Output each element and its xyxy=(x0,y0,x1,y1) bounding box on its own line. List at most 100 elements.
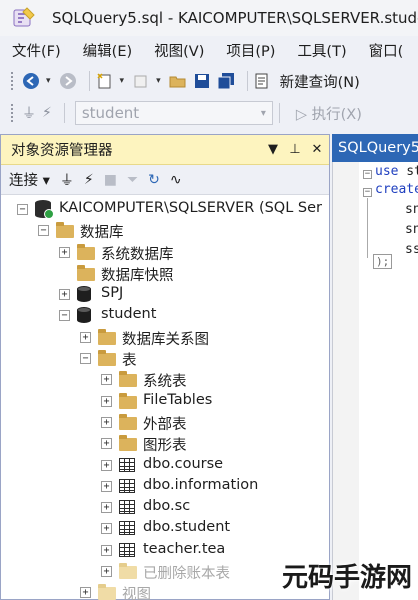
tree-node-label: 已删除账本表 xyxy=(143,566,230,583)
tree-node[interactable]: + 图形表 xyxy=(1,433,329,454)
expand-icon[interactable]: + xyxy=(101,566,112,578)
object-tree: − KAICOMPUTER\SQLSERVER (SQL Ser − 数据库 + 系统数据… xyxy=(1,195,329,600)
table-icon xyxy=(119,457,135,472)
code-line: ); xyxy=(373,254,393,269)
new-item-icon[interactable] xyxy=(132,70,150,92)
tree-node[interactable]: + 系统数据库 xyxy=(1,242,329,263)
editor-tab-sqlquery5[interactable]: SQLQuery5 xyxy=(332,134,418,162)
activity-monitor-icon[interactable]: ∿ xyxy=(170,172,182,188)
menu-project[interactable]: 项目(P) xyxy=(215,40,286,61)
toolbar-grip[interactable] xyxy=(10,103,14,123)
expand-icon[interactable]: + xyxy=(101,438,112,450)
expand-icon[interactable]: + xyxy=(101,480,112,492)
server-icon xyxy=(35,200,54,219)
expand-icon[interactable]: + xyxy=(101,544,112,556)
forward-arrow-icon[interactable] xyxy=(59,70,77,92)
chevron-down-icon: ▾ xyxy=(260,107,266,119)
new-query-icon[interactable] xyxy=(254,70,270,92)
expand-icon[interactable]: + xyxy=(80,587,91,599)
open-folder-icon[interactable] xyxy=(169,70,187,92)
menu-view[interactable]: 视图(V) xyxy=(143,40,215,61)
table-icon xyxy=(119,521,135,536)
tree-node[interactable]: + 已删除账本表 xyxy=(1,561,329,582)
toolbar-grip[interactable] xyxy=(10,71,14,91)
new-file-icon[interactable] xyxy=(96,70,114,92)
ssms-app-icon[interactable] xyxy=(12,6,36,30)
tree-node[interactable]: + 数据库关系图 xyxy=(1,327,329,348)
disconnect-icon[interactable]: ⚡ xyxy=(42,102,52,124)
tree-node[interactable]: 数据库快照 xyxy=(1,263,329,284)
tree-node[interactable]: + FileTables xyxy=(1,391,329,412)
table-icon xyxy=(119,478,135,493)
object-explorer-toolbar: 连接 ▾ ⏚ ⚡ ■ ⏷ ↻ ∿ xyxy=(1,165,329,195)
code-line: ss xyxy=(405,242,418,257)
menu-edit[interactable]: 编辑(E) xyxy=(72,40,143,61)
connect-dropdown-button[interactable]: 连接 ▾ xyxy=(9,169,50,190)
expand-icon[interactable]: + xyxy=(101,374,112,386)
standard-toolbar: ▾ ▾ ▾ 新建查询(N) xyxy=(0,64,418,98)
new-file-dropdown-icon[interactable]: ▾ xyxy=(120,76,125,86)
tree-node[interactable]: + 外部表 xyxy=(1,412,329,433)
tree-node[interactable]: + SPJ xyxy=(1,284,329,305)
menu-tools[interactable]: 工具(T) xyxy=(286,40,357,61)
collapse-icon[interactable]: − xyxy=(59,310,70,322)
back-dropdown-icon[interactable]: ▾ xyxy=(46,76,51,86)
stop-icon[interactable]: ■ xyxy=(104,172,117,188)
tree-node-label: 视图 xyxy=(122,587,151,600)
collapse-icon[interactable]: − xyxy=(80,353,91,365)
tree-node-label: 表 xyxy=(122,353,137,370)
refresh-icon[interactable]: ↻ xyxy=(148,172,160,188)
watermark: 元码手游网 xyxy=(281,563,412,593)
menu-file[interactable]: 文件(F) xyxy=(0,40,72,61)
expand-icon[interactable]: + xyxy=(101,523,112,535)
tree-node[interactable]: + teacher.tea xyxy=(1,540,329,561)
expand-icon[interactable]: + xyxy=(101,502,112,514)
code-line: sn xyxy=(405,222,418,237)
tree-node[interactable]: − 表 xyxy=(1,348,329,369)
tree-node[interactable]: + dbo.course xyxy=(1,455,329,476)
execute-label: 执行(X) xyxy=(311,106,362,123)
expand-icon[interactable]: + xyxy=(59,289,70,301)
save-all-icon[interactable] xyxy=(217,70,235,92)
execute-button[interactable]: ▷ 执行(X) xyxy=(296,103,362,124)
tree-node[interactable]: − student xyxy=(1,305,329,326)
save-icon[interactable] xyxy=(193,70,211,92)
code-line: use st xyxy=(375,164,418,179)
folder-icon xyxy=(119,435,137,452)
new-item-dropdown-icon[interactable]: ▾ xyxy=(156,76,161,86)
folder-icon xyxy=(119,413,137,430)
expand-icon[interactable]: + xyxy=(59,246,70,258)
folder-icon xyxy=(98,328,116,345)
sql-editor[interactable]: use st create sn sn ss); − − xyxy=(332,162,418,600)
panel-menu-icon[interactable]: ▼ xyxy=(263,142,283,157)
close-icon[interactable]: ✕ xyxy=(307,142,327,157)
table-icon xyxy=(119,500,135,515)
collapse-icon[interactable]: − xyxy=(38,225,49,237)
expand-icon[interactable]: + xyxy=(101,395,112,407)
tree-node[interactable]: + 视图 xyxy=(1,582,329,600)
connect-icon[interactable]: ⏚ xyxy=(22,102,36,124)
menu-window[interactable]: 窗口( xyxy=(358,40,415,61)
database-select[interactable]: student ▾ xyxy=(74,101,273,125)
back-arrow-icon[interactable] xyxy=(22,70,40,92)
toolbar-separator xyxy=(88,71,90,91)
tree-node-label: dbo.information xyxy=(143,476,259,493)
fold-toggle-icon[interactable]: − xyxy=(363,170,372,179)
fold-toggle-icon[interactable]: − xyxy=(363,188,372,197)
new-query-button[interactable]: 新建查询(N) xyxy=(280,71,360,92)
collapse-icon[interactable]: − xyxy=(17,204,28,215)
expand-icon[interactable]: + xyxy=(101,416,112,428)
tree-node[interactable]: − 数据库 xyxy=(1,220,329,241)
filter-icon[interactable]: ⏷ xyxy=(127,172,138,188)
disconnect-plug-icon[interactable]: ⚡ xyxy=(84,172,94,188)
tree-node[interactable]: − KAICOMPUTER\SQLSERVER (SQL Ser xyxy=(1,199,329,220)
tree-node[interactable]: + dbo.student xyxy=(1,518,329,539)
tree-node-label: dbo.course xyxy=(143,455,224,472)
tree-node[interactable]: + dbo.information xyxy=(1,476,329,497)
tree-node[interactable]: + dbo.sc xyxy=(1,497,329,518)
tree-node[interactable]: + 系统表 xyxy=(1,369,329,390)
expand-icon[interactable]: + xyxy=(80,331,91,343)
connect-plug-icon[interactable]: ⏚ xyxy=(60,170,74,190)
pin-icon[interactable]: ⊥ xyxy=(285,142,305,157)
expand-icon[interactable]: + xyxy=(101,459,112,471)
